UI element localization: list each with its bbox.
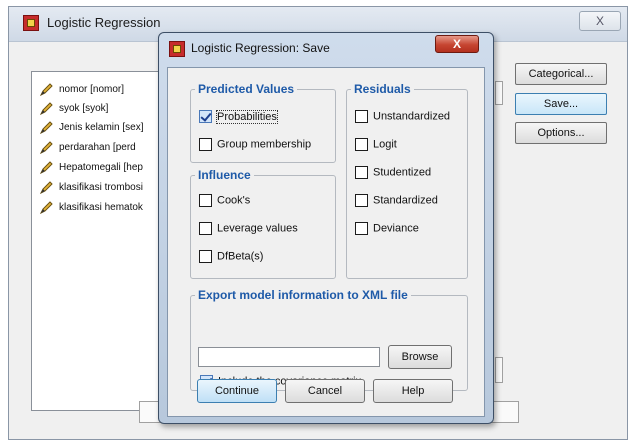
dialog-title: Logistic Regression: Save	[191, 41, 330, 55]
leverage-checkbox[interactable]	[199, 222, 212, 235]
deviance-checkbox[interactable]	[355, 222, 368, 235]
group-membership-option[interactable]: Group membership	[199, 138, 311, 156]
logit-option[interactable]: Logit	[355, 138, 397, 156]
variable-label: syok [syok]	[59, 103, 109, 114]
group-membership-checkbox[interactable]	[199, 138, 212, 151]
residuals-title: Residuals	[351, 82, 414, 96]
options-button[interactable]: Options...	[515, 122, 607, 144]
group-membership-label: Group membership	[217, 138, 312, 151]
variable-label: Jenis kelamin [sex]	[59, 122, 144, 133]
selection-field[interactable]	[495, 357, 503, 383]
dialog-close-button[interactable]: X	[435, 35, 479, 53]
dfbeta-label: DfBeta(s)	[217, 250, 264, 263]
cooks-label: Cook's	[217, 194, 251, 207]
ruler-pencil-icon	[40, 161, 53, 175]
predicted-values-group: Predicted Values Probabilities Group mem…	[190, 82, 336, 163]
leverage-option[interactable]: Leverage values	[199, 222, 298, 240]
ruler-pencil-icon	[40, 83, 53, 97]
studentized-label: Studentized	[373, 166, 432, 179]
logit-checkbox[interactable]	[355, 138, 368, 151]
variable-item[interactable]: Hepatomegali [hep	[40, 160, 143, 176]
residuals-group: Residuals Unstandardized Logit Studentiz…	[346, 82, 468, 279]
variable-item[interactable]: syok [syok]	[40, 101, 108, 117]
ruler-pencil-icon	[40, 201, 53, 215]
dependent-field[interactable]	[495, 81, 503, 105]
save-button[interactable]: Save...	[515, 93, 607, 115]
probabilities-option[interactable]: Probabilities	[199, 109, 278, 128]
unstandardized-option[interactable]: Unstandardized	[355, 110, 450, 128]
predicted-values-title: Predicted Values	[195, 82, 298, 96]
variable-label: Hepatomegali [hep	[59, 162, 143, 173]
variable-item[interactable]: perdarahan [perd	[40, 140, 136, 156]
categorical-button[interactable]: Categorical...	[515, 63, 607, 85]
variable-label: nomor [nomor]	[59, 84, 125, 95]
dialog-body: Predicted Values Probabilities Group mem…	[167, 67, 485, 417]
cooks-option[interactable]: Cook's	[199, 194, 250, 212]
deviance-label: Deviance	[373, 222, 419, 235]
logit-label: Logit	[373, 138, 397, 151]
unstandardized-label: Unstandardized	[373, 110, 451, 123]
dfbeta-checkbox[interactable]	[199, 250, 212, 263]
influence-group: Influence Cook's Leverage values DfBeta(…	[190, 168, 336, 279]
help-button[interactable]: Help	[373, 379, 453, 403]
cancel-button[interactable]: Cancel	[285, 379, 365, 403]
ruler-pencil-icon	[40, 141, 53, 155]
variable-label: perdarahan [perd	[59, 142, 136, 153]
ruler-pencil-icon	[40, 102, 53, 116]
deviance-option[interactable]: Deviance	[355, 222, 419, 240]
probabilities-checkbox[interactable]	[199, 110, 212, 123]
variable-item[interactable]: klasifikasi trombosi	[40, 180, 143, 196]
standardized-checkbox[interactable]	[355, 194, 368, 207]
ruler-pencil-icon	[40, 121, 53, 135]
xml-file-path-input[interactable]	[198, 347, 380, 367]
main-close-button[interactable]: X	[579, 11, 621, 31]
spss-app-icon	[169, 41, 185, 57]
standardized-label: Standardized	[373, 194, 438, 207]
studentized-option[interactable]: Studentized	[355, 166, 431, 184]
influence-title: Influence	[195, 168, 254, 182]
spss-app-icon	[23, 15, 39, 31]
leverage-label: Leverage values	[217, 222, 298, 235]
continue-button[interactable]: Continue	[197, 379, 277, 403]
cooks-checkbox[interactable]	[199, 194, 212, 207]
variable-label: klasifikasi hematok	[59, 202, 143, 213]
variable-item[interactable]: nomor [nomor]	[40, 82, 124, 98]
dfbeta-option[interactable]: DfBeta(s)	[199, 250, 263, 268]
save-dialog: Logistic Regression: Save X Predicted Va…	[158, 32, 494, 424]
export-xml-title: Export model information to XML file	[195, 288, 411, 302]
variable-item[interactable]: klasifikasi hematok	[40, 200, 143, 216]
ruler-pencil-icon	[40, 181, 53, 195]
browse-button[interactable]: Browse	[388, 345, 452, 369]
variable-item[interactable]: Jenis kelamin [sex]	[40, 120, 143, 136]
variable-label: klasifikasi trombosi	[59, 182, 143, 193]
standardized-option[interactable]: Standardized	[355, 194, 438, 212]
studentized-checkbox[interactable]	[355, 166, 368, 179]
probabilities-label: Probabilities	[216, 109, 278, 124]
unstandardized-checkbox[interactable]	[355, 110, 368, 123]
main-window-title: Logistic Regression	[47, 15, 161, 30]
